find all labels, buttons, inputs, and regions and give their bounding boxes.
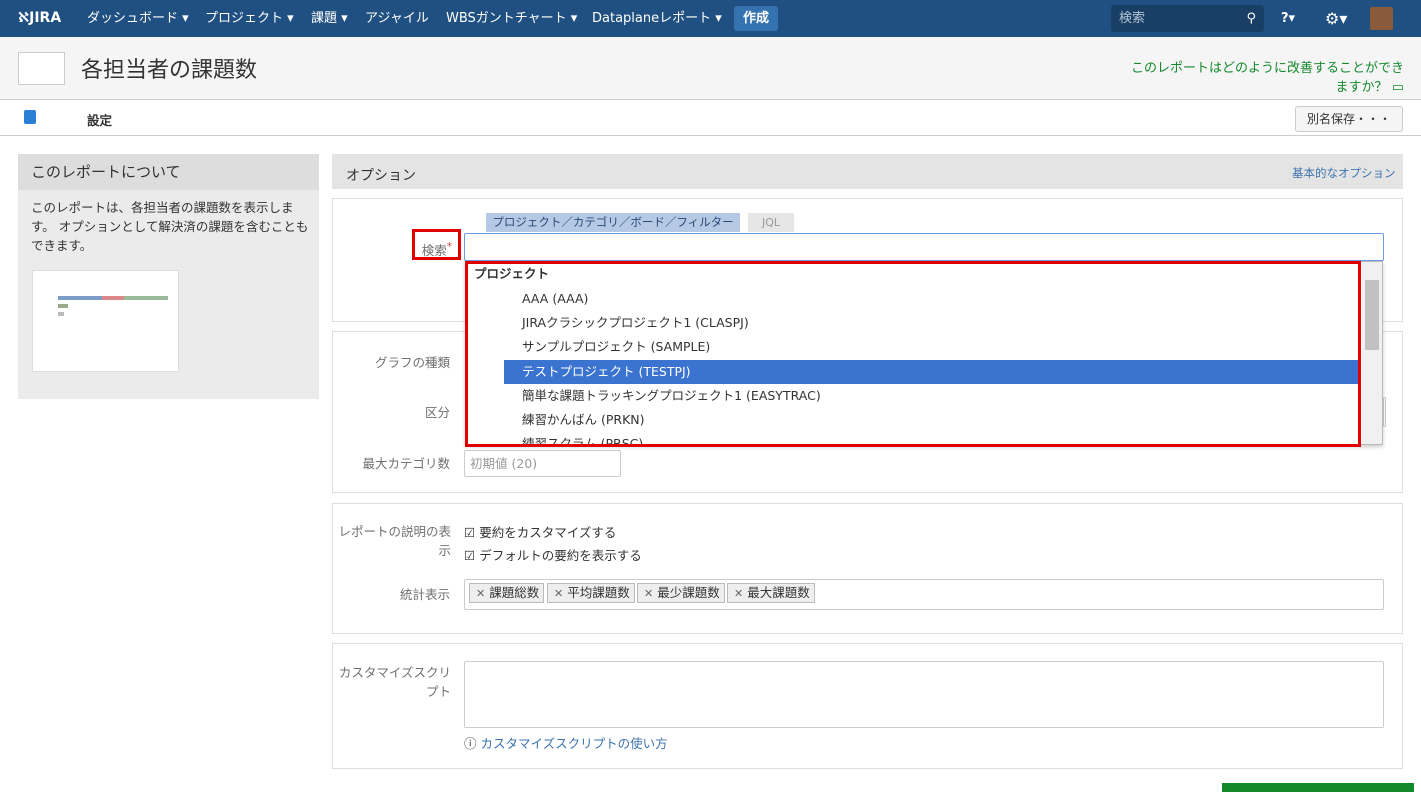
jira-icon: ℵ xyxy=(18,10,30,26)
jira-logo[interactable]: ℵJIRA xyxy=(18,0,61,37)
gear-icon[interactable]: ⚙▾ xyxy=(1325,0,1347,37)
remove-icon[interactable]: ✕ xyxy=(644,587,653,600)
nav-projects[interactable]: プロジェクト ▾ xyxy=(205,0,294,37)
tab-jql[interactable]: JQL xyxy=(748,213,794,232)
default-summary-checkbox[interactable]: ☑ デフォルトの要約を表示する xyxy=(464,545,642,564)
create-button[interactable]: 作成 xyxy=(734,6,778,31)
stats-label: 統計表示 xyxy=(399,587,450,602)
stat-tag[interactable]: ✕ 最大課題数 xyxy=(727,583,815,603)
remove-icon[interactable]: ✕ xyxy=(476,587,485,600)
graph-type-label: グラフの種類 xyxy=(374,355,450,370)
submit-button[interactable] xyxy=(1222,783,1414,792)
highlight-box xyxy=(465,261,1361,447)
about-description: このレポートは、各担当者の課題数を表示します。 オプションとして解決済の課題を含… xyxy=(31,200,309,253)
stat-tag[interactable]: ✕ 最少課題数 xyxy=(637,583,725,603)
search-icon: ⚲ xyxy=(1246,11,1256,26)
nav-dataplane[interactable]: Dataplaneレポート ▾ xyxy=(592,0,722,37)
script-help-link[interactable]: ⓘ カスタマイズスクリプトの使い方 xyxy=(464,733,668,752)
script-label: カスタマイズスクリプト xyxy=(338,665,451,699)
report-desc-label: レポートの説明の表示 xyxy=(338,524,451,558)
remove-icon[interactable]: ✕ xyxy=(734,587,743,600)
save-as-button[interactable]: 別名保存・・・ xyxy=(1295,106,1403,132)
comment-icon: ▭ xyxy=(1391,80,1404,95)
options-header xyxy=(332,154,1403,189)
tab-project-category[interactable]: プロジェクト／カテゴリ／ボード／フィルター xyxy=(486,213,740,232)
nav-issues[interactable]: 課題 ▾ xyxy=(311,0,348,37)
nav-wbs[interactable]: WBSガントチャート ▾ xyxy=(446,0,577,37)
report-thumbnail xyxy=(18,52,65,85)
app-icon xyxy=(24,110,36,124)
project-search-input[interactable] xyxy=(464,233,1384,261)
search-label: 検索* xyxy=(421,241,452,259)
stat-tag[interactable]: ✕ 平均課題数 xyxy=(547,583,635,603)
help-circle-icon: ⓘ xyxy=(464,736,477,751)
tab-bar xyxy=(0,101,1421,136)
customize-summary-checkbox[interactable]: ☑ 要約をカスタマイズする xyxy=(464,522,616,541)
remove-icon[interactable]: ✕ xyxy=(554,587,563,600)
page-title: 各担当者の課題数 xyxy=(81,58,258,83)
about-title: このレポートについて xyxy=(18,154,319,190)
sample-chart-image xyxy=(32,270,179,372)
basic-options-link[interactable]: 基本的なオプション xyxy=(1292,165,1396,181)
avatar[interactable] xyxy=(1370,7,1393,30)
dropdown-scrollbar[interactable] xyxy=(1362,262,1382,444)
division-label: 区分 xyxy=(424,405,450,420)
nav-agile[interactable]: アジャイル xyxy=(365,0,429,37)
max-category-label: 最大カテゴリ数 xyxy=(362,456,450,471)
tab-settings[interactable]: 設定 xyxy=(87,110,112,129)
stat-tag[interactable]: ✕ 課題総数 xyxy=(469,583,545,603)
max-category-input[interactable]: 初期値 (20) xyxy=(464,450,621,477)
checkbox-icon: ☑ xyxy=(464,548,476,563)
nav-dashboard[interactable]: ダッシュボード ▾ xyxy=(87,0,189,37)
search-input[interactable]: 検索 ⚲ xyxy=(1111,5,1264,32)
script-textarea[interactable] xyxy=(464,661,1384,728)
feedback-link[interactable]: このレポートはどのように改善することができますか？ ▭ xyxy=(1120,59,1404,97)
options-title: オプション xyxy=(346,168,416,184)
division-select[interactable] xyxy=(1383,397,1386,427)
checkbox-icon: ☑ xyxy=(464,525,476,540)
help-icon[interactable]: ?▾ xyxy=(1281,0,1295,37)
